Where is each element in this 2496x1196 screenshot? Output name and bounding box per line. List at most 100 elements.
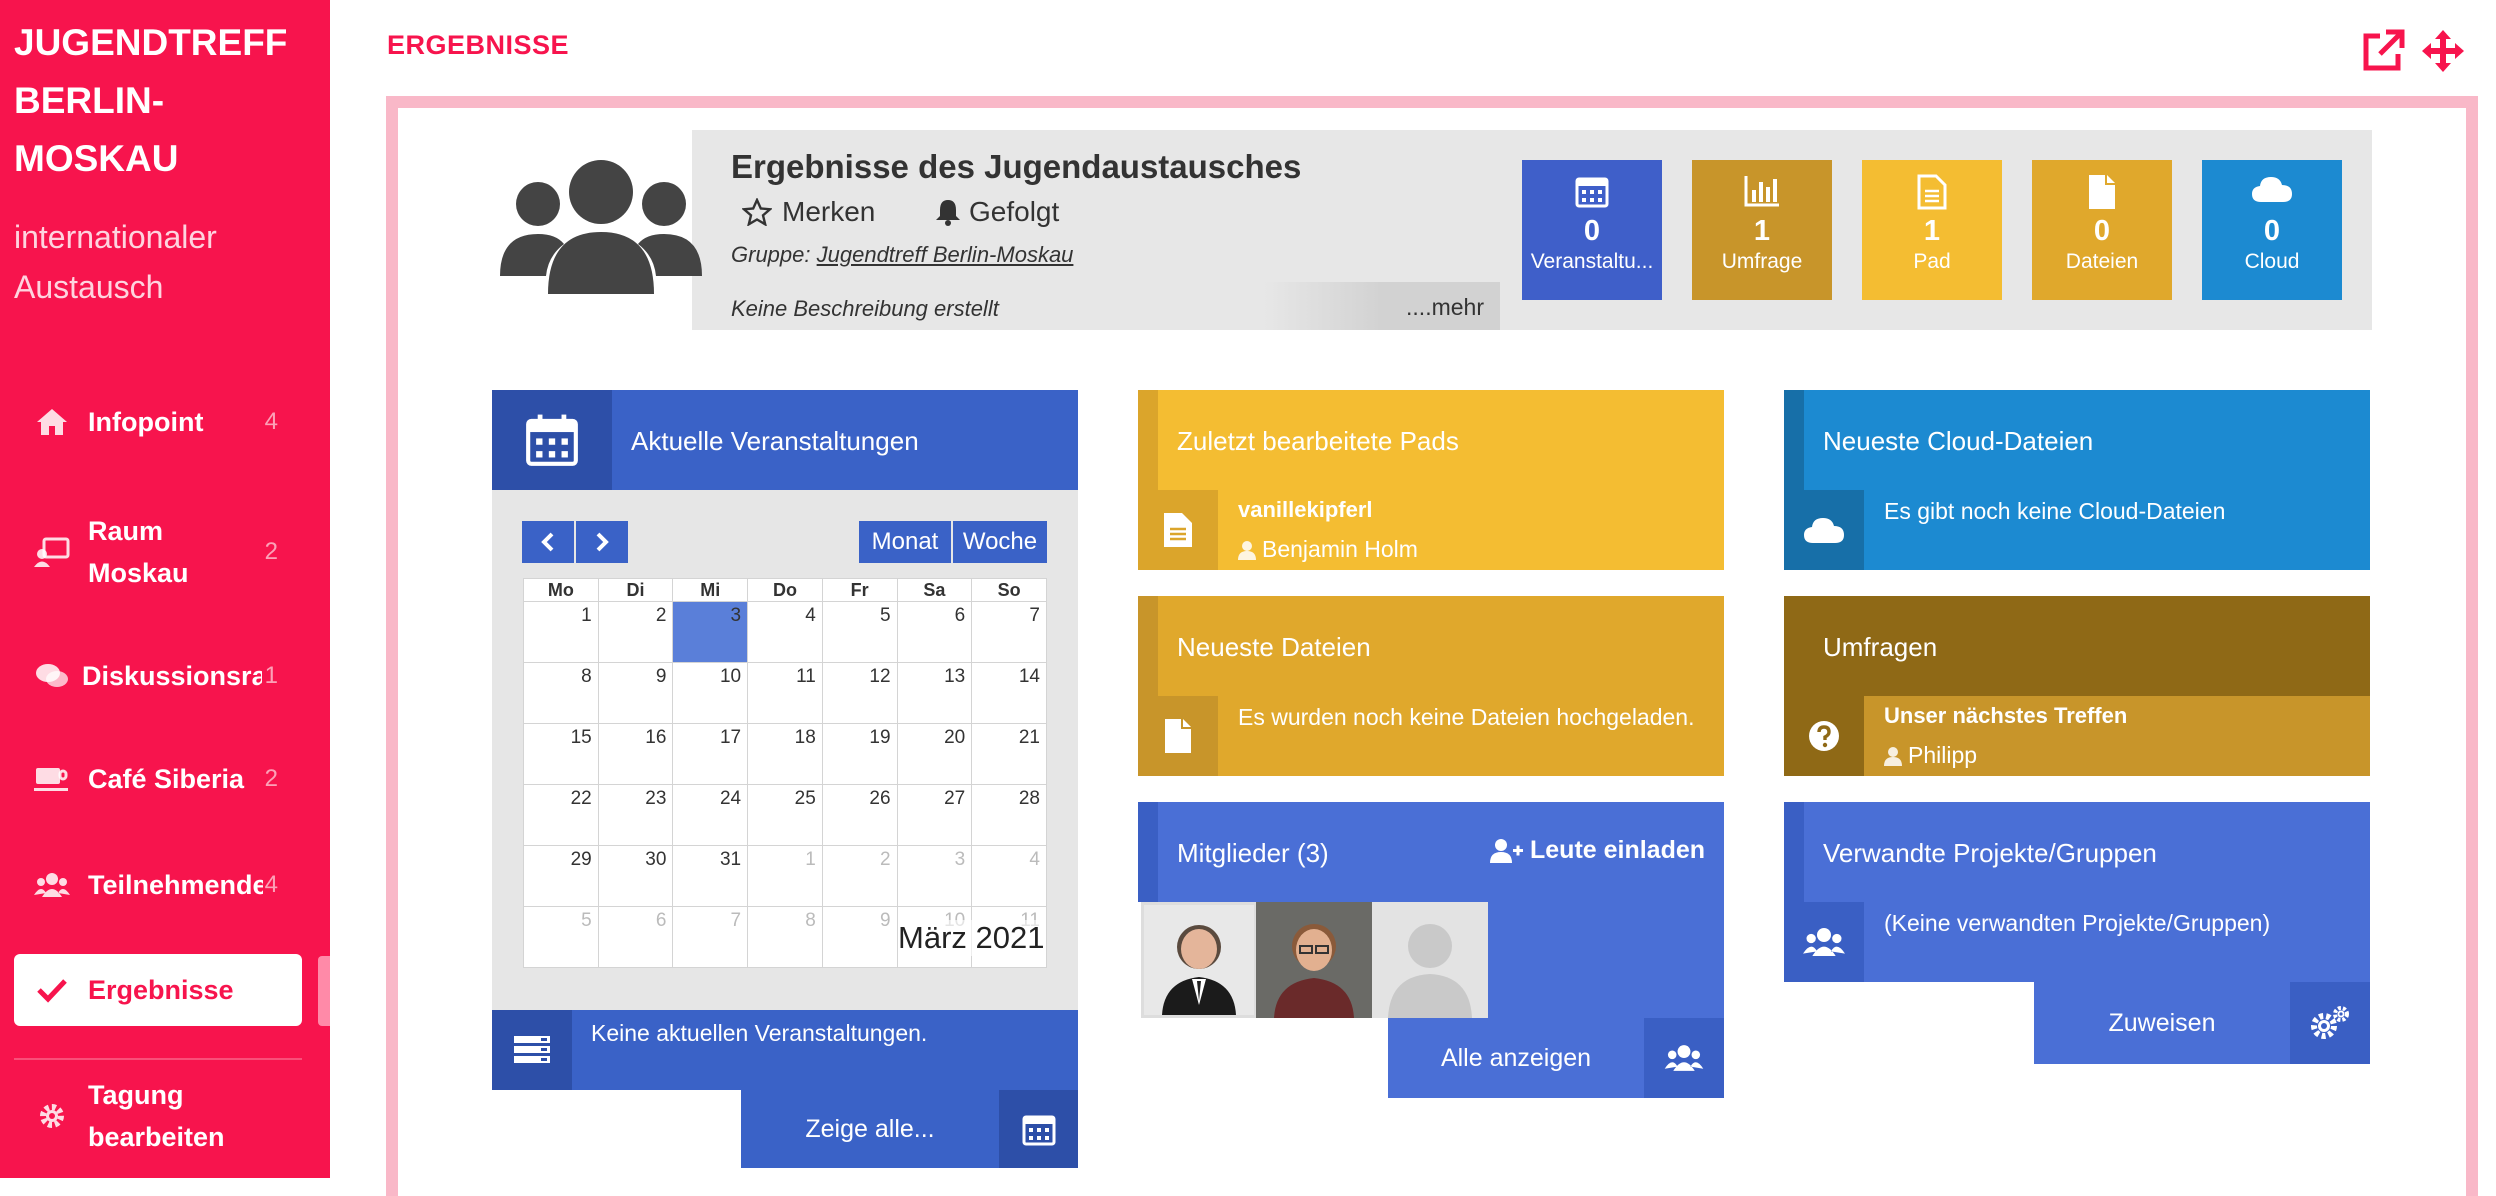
bookmark-button[interactable]: Merken	[742, 196, 875, 228]
calendar-day[interactable]: 30	[597, 845, 674, 907]
user-icon	[1884, 746, 1902, 766]
group-users-icon	[496, 156, 706, 301]
follow-button[interactable]: Gefolgt	[935, 196, 1059, 228]
calendar-day[interactable]: 12	[821, 662, 898, 724]
calendar-day[interactable]: 22	[523, 784, 599, 846]
room-icon	[32, 536, 72, 568]
calendar-day[interactable]: 8	[747, 906, 823, 968]
calendar-week: 15 16 17 18 19 20 21	[523, 723, 1047, 785]
calendar-day[interactable]: 19	[821, 723, 898, 785]
stat-polls[interactable]: 1 Umfrage	[1692, 160, 1832, 300]
sidebar-item-teilnehmende[interactable]: Teilnehmende 4	[14, 863, 302, 907]
assign-button[interactable]: Zuweisen	[2034, 982, 2290, 1064]
stat-cloud[interactable]: 0 Cloud	[2202, 160, 2342, 300]
sidebar-item-count: 2	[264, 765, 278, 792]
calendar-day[interactable]: 26	[821, 784, 898, 846]
calendar-day[interactable]: 4	[747, 601, 823, 663]
calendar-day[interactable]: 5	[523, 906, 599, 968]
more-link[interactable]: ....mehr	[1264, 282, 1500, 330]
calendar-day[interactable]: 25	[747, 784, 823, 846]
calendar-day[interactable]: 4	[971, 845, 1047, 907]
calendar-day[interactable]: 21	[971, 723, 1047, 785]
show-all-events-button[interactable]: Zeige alle...	[741, 1090, 999, 1168]
calendar-day[interactable]: 3	[896, 845, 973, 907]
group-description: Keine Beschreibung erstellt	[731, 296, 999, 321]
brand-line: BERLIN-	[14, 80, 165, 121]
poll-item-title[interactable]: Unser nächstes Treffen	[1884, 703, 2127, 729]
sidebar-item-raum-moskau[interactable]: Raum Moskau 2	[14, 508, 302, 596]
calendar-day[interactable]: 3	[672, 601, 749, 663]
calendar-day[interactable]: 5	[821, 601, 898, 663]
calendar-day[interactable]: 1	[523, 601, 599, 663]
stat-label: Umfrage	[1721, 250, 1803, 273]
pads-title: Zuletzt bearbeitete Pads	[1177, 426, 1459, 456]
calendar-day[interactable]: 6	[896, 601, 973, 663]
users-icon[interactable]	[1644, 1018, 1724, 1098]
poll-item-author: Philipp	[1884, 742, 1977, 769]
pad-item-title[interactable]: vanillekipferl	[1238, 497, 1373, 523]
calendar-day[interactable]: 17	[672, 723, 749, 785]
external-link-icon[interactable]	[2360, 28, 2406, 79]
calendar-day[interactable]: 11	[747, 662, 823, 724]
home-icon	[32, 407, 72, 437]
calendar-day[interactable]: 27	[896, 784, 973, 846]
group-link[interactable]: Jugendtreff Berlin-Moskau	[817, 242, 1074, 267]
avatar[interactable]	[1372, 902, 1488, 1018]
brand-line: MOSKAU	[14, 138, 179, 179]
avatar[interactable]	[1256, 902, 1372, 1018]
calendar-next-button[interactable]	[576, 521, 628, 563]
sidebar-item-label: Raum Moskau	[88, 510, 263, 594]
related-title: Verwandte Projekte/Gruppen	[1823, 838, 2157, 868]
sidebar-item-tagung-bearbeiten[interactable]: Tagung bearbeiten	[14, 1072, 302, 1160]
calendar-icon	[492, 390, 612, 490]
calendar-day[interactable]: 28	[971, 784, 1047, 846]
sidebar-item-ergebnisse[interactable]: Ergebnisse	[14, 954, 302, 1026]
stat-events[interactable]: 0 Veranstaltu...	[1522, 160, 1662, 300]
stat-pads[interactable]: 1 Pad	[1862, 160, 2002, 300]
calendar-day[interactable]: 18	[747, 723, 823, 785]
calendar-prev-button[interactable]	[522, 521, 574, 563]
calendar-icon[interactable]	[999, 1090, 1078, 1168]
calendar-day[interactable]: 9	[597, 662, 674, 724]
calendar-day[interactable]: 2	[597, 601, 674, 663]
calendar-day[interactable]: 13	[896, 662, 973, 724]
calendar-day[interactable]: 7	[672, 906, 749, 968]
panel-accent	[1138, 802, 1158, 902]
sidebar-item-cafe-siberia[interactable]: Café Siberia 2	[14, 757, 302, 801]
sidebar-item-infopoint[interactable]: Infopoint 4	[14, 400, 302, 444]
calendar-day[interactable]: 9	[821, 906, 898, 968]
cloud-title: Neueste Cloud-Dateien	[1823, 426, 2094, 456]
calendar-day[interactable]: 31	[672, 845, 749, 907]
show-all-members-button[interactable]: Alle anzeigen	[1388, 1018, 1644, 1098]
calendar-week: 22 23 24 25 26 27 28	[523, 784, 1047, 846]
calendar-month-view-button[interactable]: Monat	[859, 521, 951, 563]
stat-label: Pad	[1913, 250, 1951, 273]
calendar-week-view-button[interactable]: Woche	[953, 521, 1047, 563]
calendar-week: 1234567	[523, 601, 1047, 663]
stat-files[interactable]: 0 Dateien	[2032, 160, 2172, 300]
calendar-day[interactable]: 29	[523, 845, 599, 907]
sidebar-item-count: 4	[264, 408, 278, 435]
calendar-day[interactable]: 23	[597, 784, 674, 846]
subtitle-line: Austausch	[14, 269, 164, 305]
sidebar-item-diskussionsraum[interactable]: Diskussionsraum 1	[14, 654, 302, 698]
calendar-weekday: Do	[747, 578, 823, 602]
avatar[interactable]	[1141, 902, 1257, 1018]
calendar-day[interactable]: 6	[597, 906, 674, 968]
calendar-day[interactable]: 10	[672, 662, 749, 724]
calendar-week: 29 30 31 1 2 3 4	[523, 845, 1047, 907]
calendar-day[interactable]: 1	[747, 845, 823, 907]
brand-title[interactable]: JUGENDTREFF BERLIN- MOSKAU	[14, 14, 324, 188]
calendar-day[interactable]: 14	[971, 662, 1047, 724]
calendar-day[interactable]: 8	[523, 662, 599, 724]
invite-people-button[interactable]: Leute einladen	[1490, 836, 1705, 865]
calendar-day[interactable]: 24	[672, 784, 749, 846]
move-icon[interactable]	[2420, 28, 2466, 79]
calendar-day[interactable]: 16	[597, 723, 674, 785]
bell-icon	[936, 200, 960, 226]
calendar-day[interactable]: 20	[896, 723, 973, 785]
gears-icon[interactable]	[2290, 982, 2370, 1064]
calendar-day[interactable]: 15	[523, 723, 599, 785]
calendar-day[interactable]: 2	[821, 845, 898, 907]
calendar-day[interactable]: 7	[971, 601, 1047, 663]
